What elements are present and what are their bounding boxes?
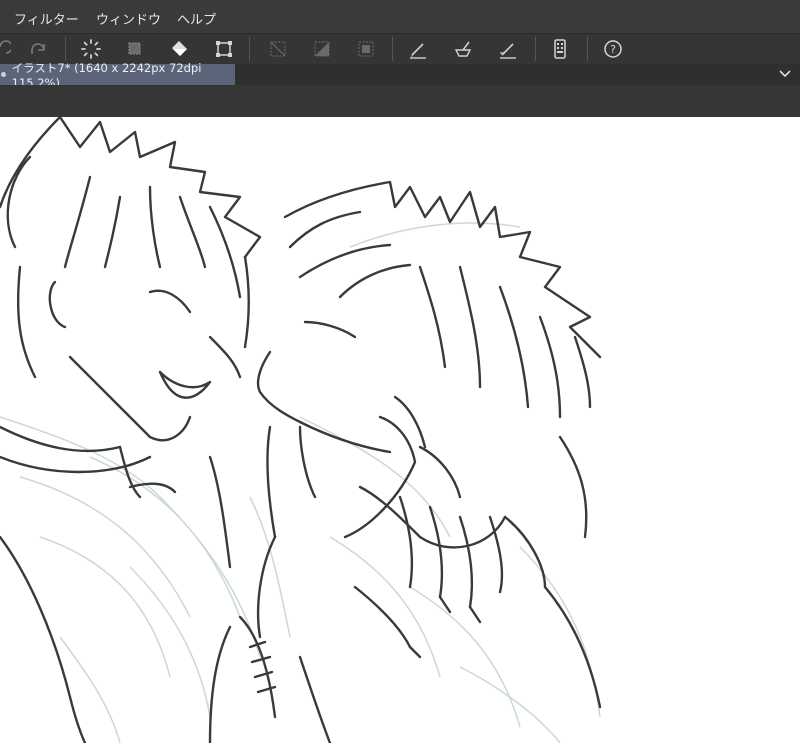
brush-icon: [454, 41, 472, 57]
line-icon: [500, 43, 516, 59]
sketch-artwork: [0, 117, 602, 743]
invert-selection-button[interactable]: [310, 37, 334, 61]
line-button[interactable]: [496, 37, 520, 61]
toolbar-separator: [392, 37, 393, 61]
deselect-button[interactable]: [266, 37, 290, 61]
deselect-icon: [270, 41, 286, 57]
menu-filter[interactable]: フィルター: [14, 9, 79, 28]
device-button[interactable]: [548, 37, 572, 61]
svg-text:?: ?: [610, 43, 616, 56]
toolbar-separator: [249, 37, 250, 61]
menu-help[interactable]: ヘルプ: [177, 9, 216, 28]
menu-bar: フィルター ウィンドウ ヘルプ: [0, 0, 800, 33]
help-icon: ?: [604, 40, 622, 58]
brush-button[interactable]: [451, 37, 475, 61]
chevron-down-icon[interactable]: [778, 67, 792, 81]
loading-button[interactable]: [79, 37, 103, 61]
modified-dot-icon: [1, 72, 6, 77]
redo-button[interactable]: [27, 37, 51, 61]
document-tab-bar: イラスト7* (1640 x 2242px 72dpi 115.2%): [0, 61, 800, 90]
clear-selection-button[interactable]: [123, 37, 147, 61]
pen-button[interactable]: [406, 37, 430, 61]
canvas-toolbar-area: [0, 85, 800, 117]
pen-icon: [410, 43, 426, 59]
undo-button[interactable]: [0, 37, 12, 61]
fill-button[interactable]: [168, 37, 192, 61]
selection-border-button[interactable]: [354, 37, 378, 61]
toolbar-separator: [65, 37, 66, 61]
drawing-canvas[interactable]: [0, 117, 800, 743]
toolbar-separator: [587, 37, 588, 61]
transform-icon: [216, 41, 232, 57]
loading-icon: [81, 39, 101, 59]
toolbar-separator: [535, 37, 536, 61]
menu-window[interactable]: ウィンドウ: [96, 9, 161, 28]
fill-icon: [172, 41, 187, 56]
help-button[interactable]: ?: [601, 37, 625, 61]
selection-border-icon: [358, 41, 374, 57]
document-tab[interactable]: イラスト7* (1640 x 2242px 72dpi 115.2%): [0, 61, 235, 90]
redo-icon: [31, 43, 45, 54]
transform-button[interactable]: [212, 37, 236, 61]
invert-selection-icon: [314, 41, 330, 57]
undo-icon: [0, 40, 11, 54]
device-icon: [554, 39, 566, 59]
clear-selection-icon: [128, 42, 141, 55]
